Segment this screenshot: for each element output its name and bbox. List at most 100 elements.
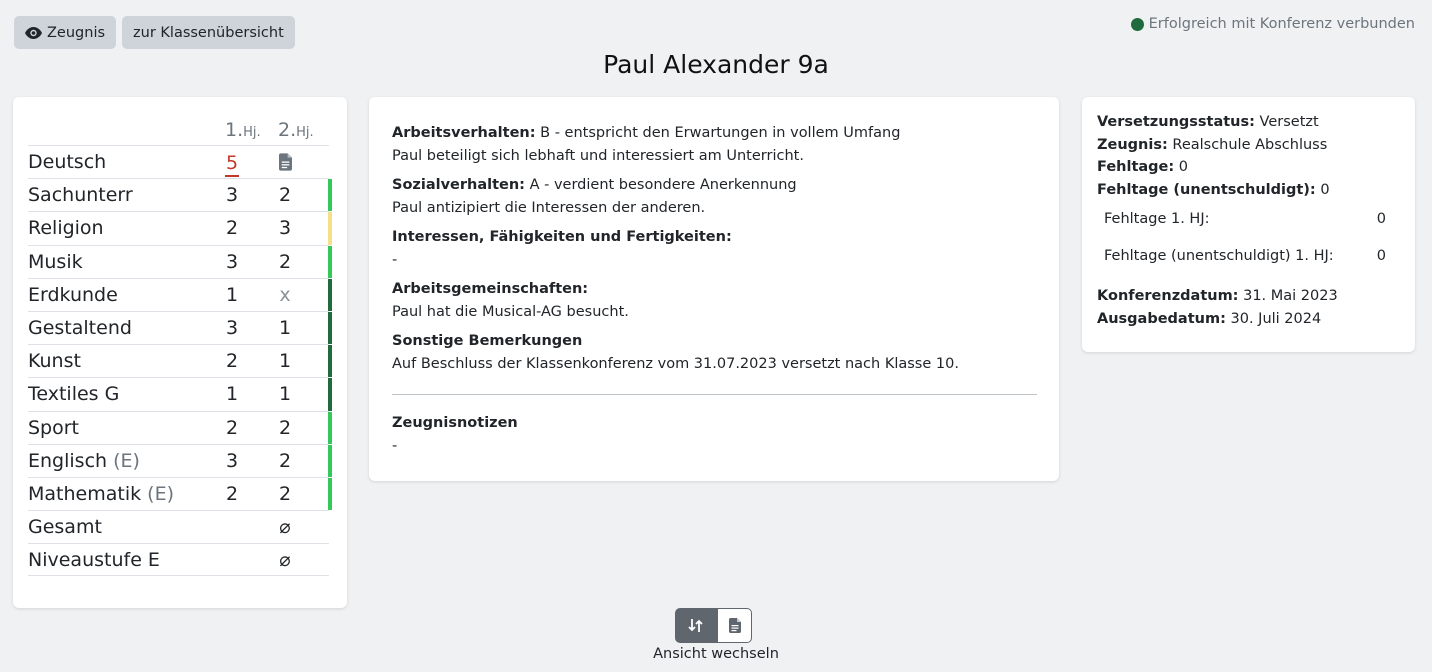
- grade-row[interactable]: Erdkunde 1 x: [28, 277, 332, 311]
- grade-row[interactable]: Sachunterr 3 2: [28, 178, 332, 212]
- absent-days-label: Fehltage:: [1097, 159, 1175, 175]
- subject-name: Gestaltend: [28, 317, 132, 339]
- grade-first-half: 2: [225, 350, 239, 373]
- grade-second-half: 2: [278, 416, 292, 439]
- eye-icon: [25, 26, 42, 39]
- grade-row[interactable]: Religion 2 3: [28, 211, 332, 245]
- report-notes-label: Zeugnisnotizen: [392, 415, 518, 431]
- toolbar: Zeugnis zur Klassenübersicht: [14, 16, 295, 49]
- grade-trend-bar: [328, 212, 332, 245]
- promotion-status-label: Versetzungsstatus:: [1097, 114, 1255, 130]
- subject-label: Textiles G: [28, 383, 120, 406]
- subject-label: Englisch: [28, 449, 108, 472]
- subject-name: Sachunterr: [28, 184, 133, 206]
- remarks-content: Arbeitsverhalten: B - entspricht den Erw…: [392, 122, 1037, 464]
- grades-table: 1.Hj. 2.Hj. Deutsch 5 Sachunterr 3 2 Religion…: [28, 114, 332, 577]
- grade-second-half: ⌀: [279, 549, 291, 572]
- header-h1-num: 1.: [225, 119, 244, 141]
- view-switch: [675, 608, 752, 643]
- grade-first-half: 3: [225, 250, 239, 273]
- unexcused-days-label: Fehltage (unentschuldigt):: [1097, 181, 1316, 198]
- grade-row[interactable]: Gestaltend 3 1: [28, 310, 332, 345]
- grade-row[interactable]: Deutsch 5: [28, 145, 329, 178]
- grade-trend-bar: [328, 278, 332, 311]
- grade-row[interactable]: Sport 2 2: [28, 410, 332, 444]
- subject-label: Mathematik: [28, 482, 142, 505]
- subject-name: Kunst: [28, 350, 81, 372]
- subject-name: Englisch (E): [28, 450, 140, 472]
- subject-name: Erdkunde: [28, 284, 118, 306]
- social-behavior-value: A - verdient besondere Anerkennung: [529, 177, 797, 193]
- unexcused-h1-value: 0: [1376, 247, 1386, 264]
- other-remarks-text: Auf Beschluss der Klassenkonferenz vom 3…: [392, 355, 959, 372]
- unexcused-h1-row: Fehltage (unentschuldigt) 1. HJ: 0: [1097, 245, 1398, 268]
- work-behavior-value: B - entspricht den Erwartungen in vollem…: [540, 125, 901, 141]
- grade-trend-bar: [328, 311, 332, 345]
- work-behavior-label: Arbeitsverhalten:: [392, 125, 536, 141]
- subject-name: Gesamt: [28, 516, 102, 538]
- grade-first-half: 3: [225, 316, 239, 339]
- info-content: Versetzungsstatus: Versetzt Zeugnis: Rea…: [1097, 111, 1398, 330]
- grade-first-half: 2: [225, 482, 239, 505]
- subject-name: Deutsch: [28, 151, 106, 173]
- grade-row[interactable]: Gesamt ⌀: [28, 510, 329, 543]
- grade-first-half: 5: [225, 151, 239, 177]
- grade-first-half: 3: [225, 449, 239, 472]
- subject-name: Textiles G: [28, 383, 119, 405]
- other-remarks-block: Sonstige Bemerkungen Auf Beschluss der K…: [392, 330, 1037, 375]
- subject-label: Niveaustufe E: [28, 549, 160, 572]
- report-type-label: Zeugnis:: [1097, 136, 1168, 153]
- report-type-value: Realschule Abschluss: [1172, 136, 1328, 153]
- remarks-card: Arbeitsverhalten: B - entspricht den Erw…: [369, 97, 1059, 481]
- remarks-divider: [392, 394, 1037, 395]
- connection-status: Erfolgreich mit Konferenz verbunden: [1130, 16, 1415, 32]
- page-title: Paul Alexander 9a: [603, 50, 829, 79]
- grade-first-half: 1: [225, 283, 239, 306]
- interests-label: Interessen, Fähigkeiten und Fertigkeiten…: [392, 229, 732, 245]
- conference-date-value: 31. Mai 2023: [1243, 288, 1338, 304]
- grade-second-half: 2: [278, 184, 292, 207]
- grade-second-half: 1: [278, 316, 292, 339]
- grade-trend-bar: [328, 378, 332, 411]
- grade-trend-bar: [328, 477, 332, 511]
- other-remarks-label: Sonstige Bemerkungen: [392, 333, 583, 349]
- grade-row[interactable]: Englisch (E) 3 2: [28, 443, 332, 477]
- document-view-button[interactable]: [717, 608, 752, 643]
- subject-label: Gestaltend: [28, 316, 132, 339]
- subject-name: Niveaustufe E: [28, 549, 160, 571]
- class-overview-button[interactable]: zur Klassenübersicht: [122, 16, 295, 49]
- subject-label: Religion: [28, 217, 104, 240]
- grade-row[interactable]: Kunst 2 1: [28, 344, 332, 378]
- absent-h1-value: 0: [1376, 211, 1386, 227]
- grade-first-half: 2: [225, 217, 239, 240]
- report-button[interactable]: Zeugnis: [14, 16, 117, 49]
- grade-row[interactable]: Textiles G 1 1: [28, 377, 332, 411]
- view-switch-label: Ansicht wechseln: [653, 646, 779, 662]
- subject-level: (E): [147, 482, 174, 505]
- grade-row[interactable]: Mathematik (E) 2 2: [28, 476, 332, 511]
- subject-name: Mathematik (E): [28, 483, 174, 505]
- unexcused-h1-label: Fehltage (unentschuldigt) 1. HJ:: [1104, 247, 1334, 264]
- grades-card: 1.Hj. 2.Hj. Deutsch 5 Sachunterr 3 2 Religion…: [13, 97, 347, 608]
- report-notes-block: Zeugnisnotizen -: [392, 412, 1037, 457]
- header-h1-suffix: Hj.: [243, 125, 261, 140]
- absent-h1-label: Fehltage 1. HJ:: [1104, 211, 1210, 227]
- grade-row[interactable]: Niveaustufe E ⌀: [28, 543, 329, 577]
- subject-name: Religion: [28, 217, 104, 239]
- sort-view-button[interactable]: [675, 608, 717, 643]
- subject-name: Sport: [28, 417, 79, 439]
- grade-trend-bar: [328, 411, 332, 444]
- grade-row[interactable]: Musik 3 2: [28, 244, 332, 278]
- info-card: Versetzungsstatus: Versetzt Zeugnis: Rea…: [1082, 97, 1415, 352]
- social-behavior-text: Paul antizipiert die Interessen der ande…: [392, 199, 706, 216]
- header-first-half: 1.Hj.: [225, 119, 261, 141]
- conference-date-label: Konferenzdatum:: [1097, 288, 1239, 304]
- connection-status-text: Erfolgreich mit Konferenz verbunden: [1148, 16, 1415, 32]
- subject-label: Deutsch: [28, 151, 107, 173]
- subject-label: Kunst: [28, 350, 81, 373]
- absent-days-value: 0: [1178, 159, 1189, 175]
- document-icon: [728, 618, 741, 633]
- social-behavior-label: Sozialverhalten:: [392, 177, 525, 193]
- grade-trend-bar: [328, 179, 332, 212]
- document-icon[interactable]: [278, 151, 292, 174]
